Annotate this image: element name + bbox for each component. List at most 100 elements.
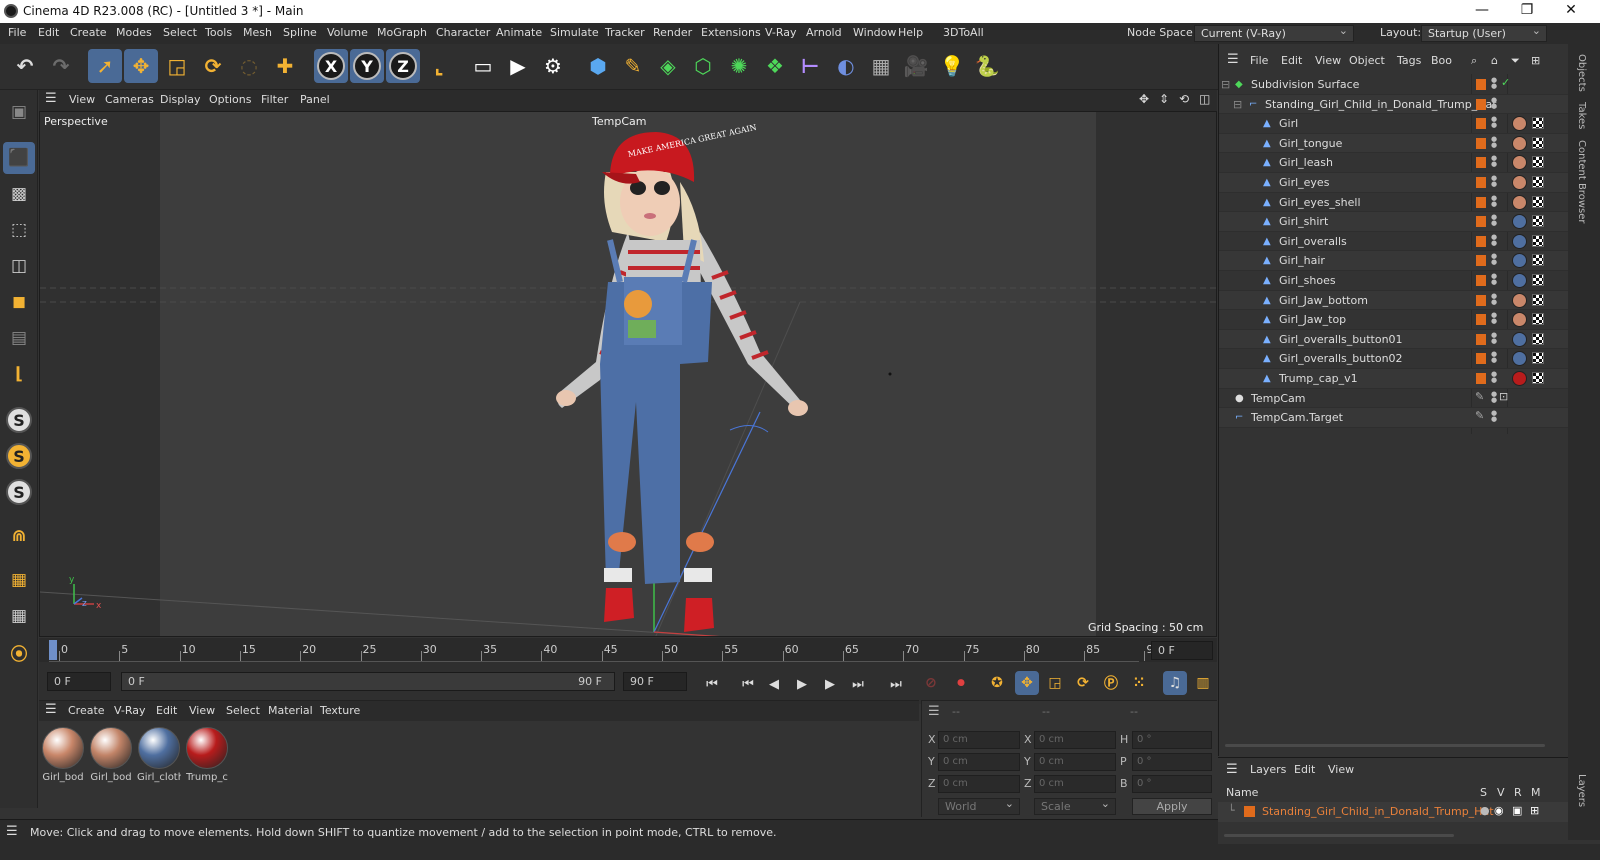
- material-tag-icon[interactable]: [1512, 273, 1527, 288]
- material-tag-icon[interactable]: [1512, 331, 1527, 347]
- size-mode-dropdown[interactable]: Scale: [1034, 797, 1116, 815]
- coordinate-system-icon[interactable]: ⌞: [422, 49, 456, 83]
- object-row[interactable]: ▲ Girl_Jaw_top ● ●: [1219, 310, 1569, 330]
- coord-pos-z-field[interactable]: 0 cm: [938, 775, 1020, 793]
- texture-mode-icon[interactable]: ▩: [3, 178, 35, 210]
- coord-size-y-field[interactable]: 0 cm: [1034, 753, 1116, 771]
- play-icon[interactable]: ▶: [791, 673, 813, 695]
- layer-horizontal-scrollbar[interactable]: [1224, 834, 1454, 837]
- end-frame-field[interactable]: 90 F: [623, 672, 687, 691]
- material-swatch[interactable]: Girl_bod: [89, 727, 133, 783]
- material-tag-icon[interactable]: [1512, 233, 1527, 249]
- visibility-dots-icon[interactable]: ● ●: [1491, 410, 1497, 424]
- uvw-tag-icon[interactable]: [1532, 372, 1544, 384]
- material-tag-icon[interactable]: [1512, 155, 1527, 171]
- menu-file[interactable]: File: [8, 26, 26, 39]
- layer-color-tag[interactable]: [1476, 255, 1486, 267]
- menu-tracker[interactable]: Tracker: [605, 26, 645, 39]
- viewport-menu-cameras[interactable]: Cameras: [105, 93, 154, 106]
- perspective-viewport[interactable]: MAKE AMERICA GREAT AGAIN y z x Perspecti…: [39, 111, 1217, 637]
- viewport-menu-display[interactable]: Display: [160, 93, 201, 106]
- visibility-dots-icon[interactable]: ● ●: [1491, 175, 1497, 189]
- material-tag-icon[interactable]: [1512, 214, 1527, 230]
- tab-content-browser[interactable]: Content Browser: [1576, 140, 1587, 223]
- object-row[interactable]: ▲ Girl_shoes ● ●: [1219, 271, 1569, 291]
- uvw-tag-icon[interactable]: [1532, 274, 1544, 286]
- material-tag-icon[interactable]: [1512, 371, 1527, 386]
- coord-size-x-field[interactable]: 0 cm: [1034, 731, 1116, 749]
- object-horizontal-scrollbar[interactable]: [1225, 744, 1545, 747]
- scale-tool-icon[interactable]: ◲: [160, 49, 194, 83]
- material-menu-create[interactable]: Create: [68, 704, 105, 717]
- visibility-dots-icon[interactable]: ● ●: [1491, 371, 1497, 385]
- viewport-toggle-layout-icon[interactable]: ◫: [1199, 92, 1210, 106]
- material-tag-icon[interactable]: [1512, 194, 1527, 210]
- start-frame-field[interactable]: 0 F: [47, 672, 111, 691]
- parameter-key-icon[interactable]: Ⓟ: [1099, 671, 1123, 695]
- layer-row[interactable]: └ Standing_Girl_Child_in_Donald_Trump_Ha…: [1218, 802, 1568, 822]
- lock-workplane-icon[interactable]: ▦: [3, 600, 35, 632]
- layer-color-tag[interactable]: [1476, 353, 1486, 365]
- render-settings-icon[interactable]: ⚙: [536, 49, 570, 83]
- enabled-check-icon[interactable]: ✓: [1501, 76, 1510, 89]
- coord-pos-y-field[interactable]: 0 cm: [938, 753, 1020, 771]
- material-menu-edit[interactable]: Edit: [156, 704, 177, 717]
- object-filter-icon[interactable]: ⏷: [1511, 54, 1520, 68]
- material-menu-view[interactable]: View: [189, 704, 215, 717]
- visibility-dots-icon[interactable]: ● ●: [1491, 292, 1497, 307]
- material-swatch[interactable]: Girl_cloth: [137, 727, 181, 783]
- object-row[interactable]: ▲ Girl_overalls ● ●: [1219, 232, 1569, 252]
- go-to-start-icon[interactable]: ⏮: [701, 673, 723, 695]
- status-hamburger-icon[interactable]: ☰: [6, 824, 18, 839]
- y-axis-lock-button[interactable]: Y: [350, 49, 384, 83]
- move-tool-icon[interactable]: ✥: [124, 49, 158, 83]
- points-mode-icon[interactable]: ⬚: [3, 214, 35, 246]
- render-region-icon[interactable]: ▭: [466, 49, 500, 83]
- layers-menu-layers[interactable]: Layers: [1250, 763, 1286, 776]
- previous-keyframe-icon[interactable]: ⏮: [737, 673, 759, 695]
- object-home-icon[interactable]: ⌂: [1491, 54, 1498, 67]
- timeline-window-icon[interactable]: ▥: [1191, 671, 1215, 695]
- material-tag-icon[interactable]: [1512, 253, 1527, 269]
- uvw-tag-icon[interactable]: [1532, 313, 1544, 326]
- field-icon[interactable]: ◐: [829, 49, 863, 83]
- uvw-tag-icon[interactable]: [1532, 215, 1544, 228]
- collapse-icon[interactable]: ⊟: [1233, 98, 1242, 111]
- point-level-key-icon[interactable]: ⁙: [1127, 671, 1151, 695]
- object-row[interactable]: ▲ Girl_shirt ● ●: [1219, 212, 1569, 232]
- light-icon[interactable]: 💡: [935, 49, 969, 83]
- object-row[interactable]: ▲ Girl_overalls_button01 ● ●: [1219, 329, 1569, 350]
- undo-icon[interactable]: ↶: [8, 49, 42, 83]
- menu-tools[interactable]: Tools: [205, 26, 232, 39]
- object-search-icon[interactable]: ⌕: [1471, 54, 1477, 68]
- layer-color-tag[interactable]: [1476, 235, 1486, 247]
- visibility-dots-icon[interactable]: ● ●: [1491, 233, 1497, 248]
- menu-arnold[interactable]: Arnold: [806, 26, 842, 39]
- visibility-dots-icon[interactable]: ● ●: [1491, 116, 1497, 130]
- layer-color-tag[interactable]: [1476, 98, 1486, 110]
- visibility-dots-icon[interactable]: ● ●: [1491, 331, 1497, 346]
- visibility-dots-icon[interactable]: ● ●: [1491, 96, 1497, 111]
- visibility-dots-icon[interactable]: ● ●: [1491, 194, 1497, 209]
- range-slider[interactable]: 0 F 90 F: [121, 672, 615, 691]
- menu-animate[interactable]: Animate: [496, 26, 542, 39]
- uvw-tag-icon[interactable]: [1532, 254, 1544, 267]
- layer-color-tag[interactable]: [1476, 275, 1486, 286]
- object-row[interactable]: ▲ Girl_eyes ● ●: [1219, 173, 1569, 193]
- layer-color-tag[interactable]: [1476, 177, 1486, 188]
- object-menu-object[interactable]: Object: [1349, 54, 1385, 67]
- material-tag-icon[interactable]: [1512, 135, 1527, 151]
- record-disabled-icon[interactable]: ⊘: [919, 671, 943, 695]
- menu-vray[interactable]: V-Ray: [765, 26, 797, 39]
- visibility-dots-icon[interactable]: ● ●: [1491, 214, 1497, 228]
- material-tag-icon[interactable]: [1512, 312, 1527, 328]
- menu-mesh[interactable]: Mesh: [243, 26, 272, 39]
- go-to-end-icon[interactable]: ⏭: [885, 673, 907, 695]
- uv-mode-icon[interactable]: ▤: [3, 322, 35, 354]
- object-new-window-icon[interactable]: ⊞: [1531, 54, 1540, 67]
- visibility-dots-icon[interactable]: ● ●: [1491, 351, 1497, 365]
- rotate-tool-icon[interactable]: ⟳: [196, 49, 230, 83]
- workplane-icon[interactable]: ▦: [3, 564, 35, 596]
- next-frame-icon[interactable]: ▶: [819, 673, 841, 695]
- snap-toggle-button[interactable]: S: [3, 404, 35, 436]
